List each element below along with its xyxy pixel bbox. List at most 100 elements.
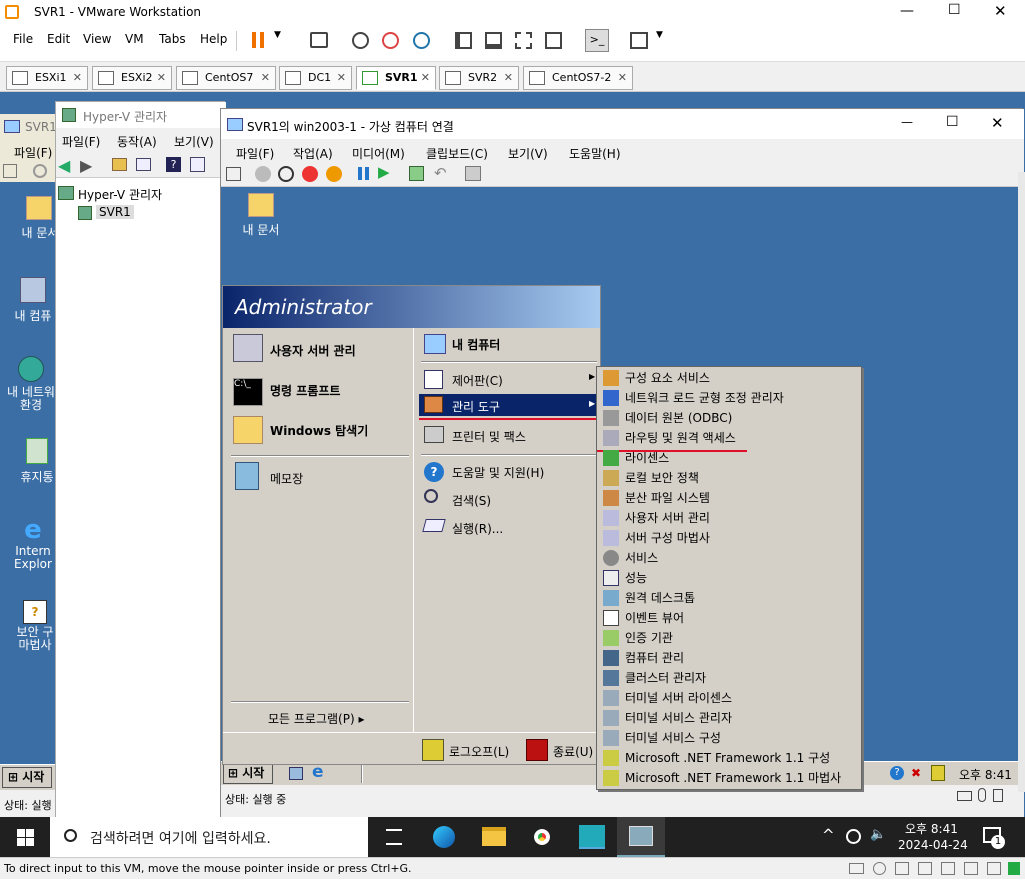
- minimize-button[interactable]: —: [900, 3, 914, 19]
- start-item-server-manage[interactable]: 사용자 서버 관리: [270, 342, 356, 359]
- close-icon[interactable]: ✕: [618, 67, 627, 89]
- admin-item-19[interactable]: Microsoft .NET Framework 1.1 구성: [625, 748, 830, 768]
- start-button[interactable]: ⊞ 시작: [2, 767, 52, 788]
- desktop-icon-security-wizard[interactable]: ? 보안 구 마법사: [10, 600, 60, 652]
- admin-item-15[interactable]: 클러스터 관리자: [625, 668, 706, 688]
- checkpoint-icon[interactable]: [409, 166, 424, 181]
- help-tray-icon[interactable]: ?: [890, 766, 904, 780]
- admin-item-6[interactable]: 분산 파일 시스템: [625, 488, 710, 508]
- tab-dc1[interactable]: DC1 ✕: [279, 66, 352, 90]
- tab-svr1[interactable]: SVR1 ✕: [356, 66, 436, 90]
- menu-action[interactable]: 동작(A): [117, 133, 157, 150]
- menu-file[interactable]: 파일(F): [62, 133, 100, 150]
- start-item-notepad[interactable]: 메모장: [270, 470, 303, 487]
- menu-file[interactable]: 파일(F): [14, 144, 52, 161]
- chevron-up-icon[interactable]: ^: [822, 826, 835, 844]
- tree-item-svr1[interactable]: SVR1: [96, 205, 134, 219]
- windows-start-icon[interactable]: [17, 829, 34, 846]
- turn-off-icon[interactable]: [278, 166, 294, 182]
- show-hide-tree-icon[interactable]: [136, 158, 151, 171]
- all-programs[interactable]: 모든 프로그램(P) ▸: [268, 710, 365, 727]
- menu-view[interactable]: View: [83, 32, 111, 46]
- resume-icon[interactable]: ▶: [378, 163, 390, 181]
- security-shield-icon[interactable]: [931, 765, 945, 781]
- menu-file[interactable]: 파일(F): [236, 145, 274, 162]
- admin-item-2[interactable]: 데이터 원본 (ODBC): [625, 408, 732, 428]
- start-item-help[interactable]: 도움말 및 지원(H): [452, 464, 544, 481]
- power-icon[interactable]: [33, 164, 47, 178]
- send-ctrl-alt-del-icon[interactable]: [310, 32, 328, 48]
- close-icon[interactable]: ✕: [157, 67, 166, 89]
- minimize-button[interactable]: —: [901, 115, 913, 129]
- close-icon[interactable]: ✕: [261, 67, 270, 89]
- chrome-icon[interactable]: [530, 825, 554, 849]
- search-input[interactable]: 검색하려면 여기에 입력하세요.: [90, 828, 271, 848]
- properties-icon[interactable]: [190, 157, 205, 172]
- desktop-icon-my-computer[interactable]: 내 컴퓨: [10, 277, 56, 324]
- maximize-button[interactable]: ☐: [946, 114, 959, 130]
- start-item-my-computer[interactable]: 내 컴퓨터: [452, 336, 500, 353]
- console-view-icon[interactable]: >_: [585, 29, 609, 52]
- menu-vm[interactable]: VM: [125, 32, 144, 46]
- admin-item-16[interactable]: 터미널 서버 라이센스: [625, 688, 732, 708]
- start-item-printers[interactable]: 프린터 및 팩스: [452, 428, 526, 445]
- tab-svr2[interactable]: SVR2 ✕: [439, 66, 519, 90]
- tab-centos7-2[interactable]: CentOS7-2 ✕: [523, 66, 633, 90]
- admin-item-14[interactable]: 컴퓨터 관리: [625, 648, 684, 668]
- close-button[interactable]: ✕: [994, 2, 1007, 20]
- menu-clipboard[interactable]: 클립보드(C): [426, 145, 488, 162]
- back-icon[interactable]: ◀: [58, 156, 70, 175]
- up-folder-icon[interactable]: [112, 158, 127, 171]
- network-icon[interactable]: [846, 829, 861, 844]
- start-item-admin-tools[interactable]: 관리 도구 ▶: [419, 394, 599, 416]
- desktop-icon-my-documents[interactable]: 내 문서: [237, 193, 285, 238]
- admin-item-13[interactable]: 인증 기관: [625, 628, 673, 648]
- internet-explorer-icon[interactable]: e: [312, 762, 324, 782]
- admin-item-17[interactable]: 터미널 서비스 관리자: [625, 708, 732, 728]
- revert-snapshot-icon[interactable]: [382, 32, 399, 49]
- show-desktop-icon[interactable]: [289, 767, 303, 780]
- menu-file[interactable]: File: [13, 32, 33, 46]
- vertical-scrollbar[interactable]: [1018, 172, 1025, 792]
- menu-edit[interactable]: Edit: [47, 32, 70, 46]
- tab-esxi1[interactable]: ESXi1 ✕: [6, 66, 88, 90]
- admin-item-10[interactable]: 성능: [625, 568, 647, 588]
- host-date[interactable]: 2024-04-24: [898, 838, 968, 852]
- help-icon[interactable]: ?: [166, 157, 181, 172]
- chevron-down-icon[interactable]: ▼: [656, 30, 663, 40]
- volume-icon[interactable]: 🔈: [870, 827, 886, 842]
- menu-view[interactable]: 보기(V): [508, 145, 548, 162]
- pause-icon[interactable]: [252, 32, 264, 48]
- admin-item-3[interactable]: 라우팅 및 원격 액세스: [625, 428, 736, 448]
- admin-item-8[interactable]: 서버 구성 마법사: [625, 528, 710, 548]
- admin-item-0[interactable]: 구성 요소 서비스: [625, 368, 710, 388]
- taskbar-search[interactable]: 검색하려면 여기에 입력하세요.: [50, 817, 368, 857]
- admin-item-11[interactable]: 원격 데스크톱: [625, 588, 695, 608]
- start-vm-icon[interactable]: [255, 166, 271, 182]
- tree-root[interactable]: Hyper-V 관리자: [78, 186, 162, 203]
- admin-item-7[interactable]: 사용자 서버 관리: [625, 508, 710, 528]
- close-icon[interactable]: ✕: [421, 67, 430, 89]
- close-button[interactable]: ✕: [991, 114, 1004, 132]
- start-item-control-panel[interactable]: 제어판(C): [452, 372, 503, 389]
- desktop-icon-internet-explorer[interactable]: e Intern Explor: [10, 517, 56, 571]
- menu-help[interactable]: Help: [200, 32, 227, 46]
- menu-tabs[interactable]: Tabs: [159, 32, 186, 46]
- shutdown-button[interactable]: 종료(U): [553, 743, 593, 760]
- snapshot-manager-icon[interactable]: [413, 32, 430, 49]
- start-button[interactable]: ⊞ 시작: [223, 763, 273, 784]
- desktop-icon-recycle-bin[interactable]: 휴지통: [14, 438, 60, 485]
- tab-esxi2[interactable]: ESXi2 ✕: [92, 66, 172, 90]
- stretch-icon[interactable]: [630, 32, 648, 49]
- close-icon[interactable]: ✕: [504, 67, 513, 89]
- save-state-icon[interactable]: [326, 166, 342, 182]
- unity-icon[interactable]: [545, 32, 562, 49]
- tab-centos7[interactable]: CentOS7 ✕: [176, 66, 276, 90]
- admin-item-12[interactable]: 이벤트 뷰어: [625, 608, 684, 628]
- maximize-button[interactable]: ☐: [948, 2, 961, 18]
- start-item-explorer[interactable]: Windows 탐색기: [270, 422, 368, 439]
- shutdown-icon[interactable]: [302, 166, 318, 182]
- start-item-run[interactable]: 실행(R)...: [452, 520, 503, 537]
- admin-item-1[interactable]: 네트워크 로드 균형 조정 관리자: [625, 388, 784, 408]
- menu-help[interactable]: 도움말(H): [569, 145, 621, 162]
